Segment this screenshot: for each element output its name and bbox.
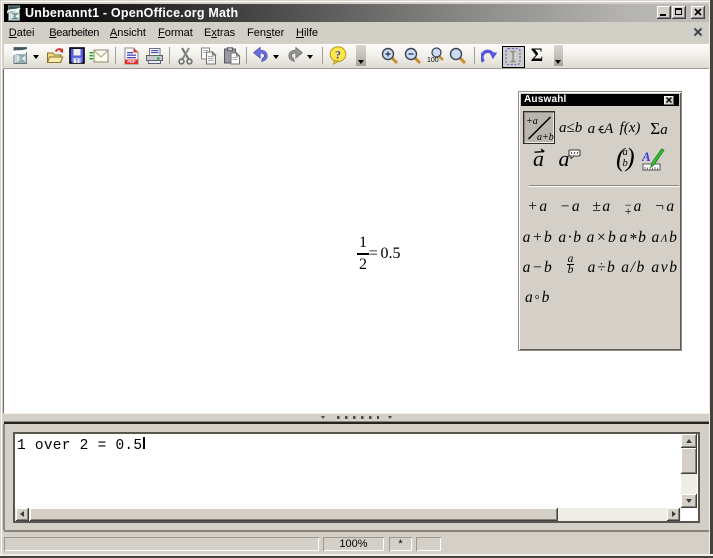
svg-text:?: ?: [335, 48, 341, 62]
svg-text:100: 100: [427, 57, 439, 64]
svg-text:PDF: PDF: [127, 59, 136, 64]
svg-text:a+b: a+b: [537, 132, 554, 143]
svg-text:+a: +a: [526, 116, 538, 127]
svg-text:A: A: [642, 149, 651, 164]
